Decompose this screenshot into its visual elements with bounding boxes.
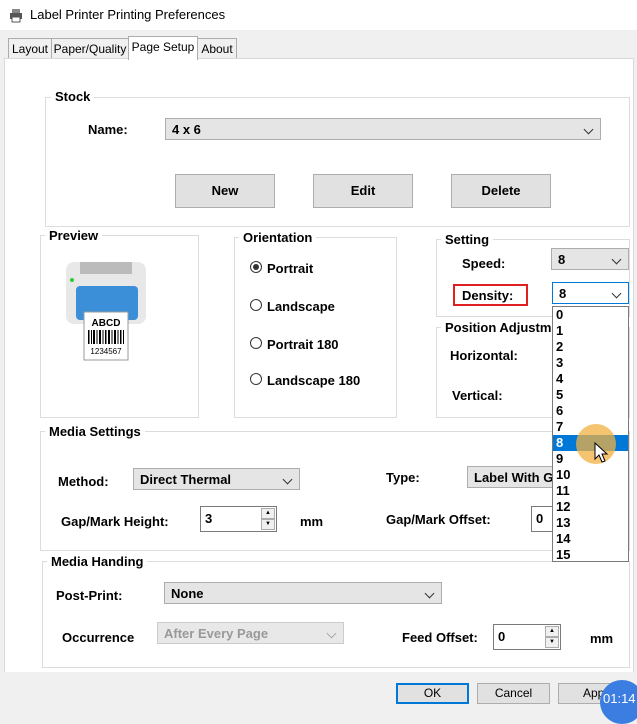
radio-landscape-180[interactable] — [250, 373, 262, 385]
method-label: Method: — [58, 474, 109, 489]
spin-up-icon[interactable]: ▲ — [545, 626, 559, 637]
tab-page-setup[interactable]: Page Setup — [128, 36, 198, 60]
setting-group-label: Setting — [441, 232, 494, 247]
density-option[interactable]: 0 — [553, 307, 628, 323]
mouse-cursor-icon — [594, 442, 609, 463]
density-option[interactable]: 15 — [553, 547, 628, 563]
window-title: Label Printer Printing Preferences — [30, 7, 226, 22]
preview-group-label: Preview — [45, 228, 103, 243]
density-option[interactable]: 3 — [553, 355, 628, 371]
media-settings-group — [40, 431, 630, 551]
gap-height-value: 3 — [205, 511, 213, 526]
speed-value: 8 — [558, 252, 566, 267]
gap-offset-label: Gap/Mark Offset: — [386, 512, 491, 527]
density-option[interactable]: 2 — [553, 339, 628, 355]
type-value: Label With G — [474, 470, 554, 485]
ok-button[interactable]: OK — [396, 683, 469, 704]
chevron-down-icon — [326, 628, 337, 639]
post-print-select[interactable]: None — [164, 582, 442, 604]
edit-button[interactable]: Edit — [313, 174, 413, 208]
type-label: Type: — [386, 470, 420, 485]
speed-label: Speed: — [462, 256, 506, 271]
gap-height-spinner[interactable]: 3 ▲ ▼ — [200, 506, 277, 532]
chevron-down-icon — [282, 474, 293, 485]
tab-layout[interactable]: Layout — [8, 38, 52, 59]
density-option[interactable]: 11 — [553, 483, 628, 499]
density-option[interactable]: 5 — [553, 387, 628, 403]
chevron-down-icon — [424, 588, 435, 599]
position-group-label: Position Adjustm — [441, 320, 559, 335]
stock-name-select[interactable]: 4 x 6 — [165, 118, 601, 140]
occurrence-value: After Every Page — [164, 626, 269, 641]
tab-about[interactable]: About — [197, 38, 237, 59]
spin-down-icon[interactable]: ▼ — [545, 637, 559, 648]
radio-portrait-180[interactable] — [250, 337, 262, 349]
feed-offset-unit: mm — [590, 631, 614, 646]
delete-button[interactable]: Delete — [451, 174, 551, 208]
radio-landscape-180-label: Landscape 180 — [267, 373, 361, 388]
density-select[interactable]: 8 — [552, 282, 629, 304]
spin-up-icon[interactable]: ▲ — [261, 508, 275, 519]
gap-height-label: Gap/Mark Height: — [61, 514, 169, 529]
method-value: Direct Thermal — [140, 472, 232, 487]
new-button[interactable]: New — [175, 174, 275, 208]
density-value: 8 — [559, 286, 567, 301]
type-select[interactable]: Label With G — [467, 466, 559, 488]
media-handling-group — [42, 561, 630, 668]
chevron-down-icon — [611, 288, 622, 299]
gap-offset-value: 0 — [536, 511, 544, 526]
feed-offset-spinner[interactable]: 0 ▲ ▼ — [493, 624, 561, 650]
density-option[interactable]: 14 — [553, 531, 628, 547]
density-option[interactable]: 4 — [553, 371, 628, 387]
chevron-down-icon — [583, 124, 594, 135]
tab-paper-quality[interactable]: Paper/Quality — [51, 38, 129, 59]
spin-down-icon[interactable]: ▼ — [261, 519, 275, 530]
chevron-down-icon — [611, 254, 622, 265]
stock-group-label: Stock — [51, 89, 95, 104]
media-settings-group-label: Media Settings — [45, 424, 145, 439]
density-option[interactable]: 10 — [553, 467, 628, 483]
radio-portrait[interactable] — [250, 261, 262, 273]
post-print-label: Post-Print: — [56, 588, 123, 603]
density-option[interactable]: 12 — [553, 499, 628, 515]
stock-name-label: Name: — [88, 122, 128, 137]
preview-label-text: ABCD — [91, 318, 121, 329]
density-label: Density: — [462, 288, 514, 303]
speed-select[interactable]: 8 — [551, 248, 629, 270]
orientation-group-label: Orientation — [239, 230, 317, 245]
radio-landscape[interactable] — [250, 299, 262, 311]
gap-height-unit: mm — [300, 514, 324, 529]
preview-barcode-number: 1234567 — [90, 347, 122, 356]
radio-portrait-label: Portrait — [267, 261, 314, 276]
density-option[interactable]: 6 — [553, 403, 628, 419]
occurrence-label: Occurrence — [62, 630, 135, 645]
method-select[interactable]: Direct Thermal — [133, 468, 300, 490]
feed-offset-label: Feed Offset: — [402, 630, 478, 645]
vertical-label: Vertical: — [452, 388, 503, 403]
media-handling-group-label: Media Handing — [47, 554, 148, 569]
feed-offset-value: 0 — [498, 629, 506, 644]
density-option[interactable]: 1 — [553, 323, 628, 339]
timer-badge: 01:14 — [600, 680, 637, 724]
stock-name-value: 4 x 6 — [172, 122, 201, 137]
radio-landscape-label: Landscape — [267, 299, 335, 314]
occurrence-select: After Every Page — [157, 622, 344, 644]
post-print-value: None — [171, 586, 204, 601]
density-option[interactable]: 13 — [553, 515, 628, 531]
radio-portrait-180-label: Portrait 180 — [267, 337, 339, 352]
printer-icon — [10, 9, 22, 23]
horizontal-label: Horizontal: — [450, 348, 518, 363]
cancel-button[interactable]: Cancel — [477, 683, 550, 704]
